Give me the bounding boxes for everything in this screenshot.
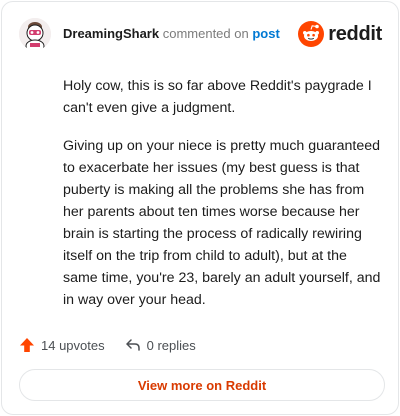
commented-on-text: commented on <box>162 26 249 41</box>
replies-count: 0 replies <box>146 337 196 353</box>
comment-meta: DreamingShark commented on post <box>63 26 280 42</box>
brand-wordmark: reddit <box>328 22 382 45</box>
comment-actions: 14 upvotes 0 replies <box>19 335 196 355</box>
upvotes-count: 14 upvotes <box>41 337 105 353</box>
view-more-button[interactable]: View more on Reddit <box>19 369 385 401</box>
comment-body: Holy cow, this is so far above Reddit's … <box>63 75 383 327</box>
reddit-brand[interactable]: reddit <box>298 21 382 47</box>
reddit-snoo-icon <box>298 21 325 47</box>
snoo-avatar-icon <box>19 18 51 50</box>
reply-arrow-icon <box>125 339 140 351</box>
comment-paragraph: Holy cow, this is so far above Reddit's … <box>63 78 372 116</box>
avatar[interactable] <box>19 18 51 50</box>
replies-action[interactable]: 0 replies <box>125 337 196 353</box>
username-link[interactable]: DreamingShark <box>63 26 159 41</box>
post-link[interactable]: post <box>252 26 279 41</box>
upvote-action[interactable]: 14 upvotes <box>19 337 105 353</box>
comment-header: DreamingShark commented on post reddit <box>19 16 382 52</box>
comment-paragraph: Giving up on your niece is pretty much g… <box>63 138 381 308</box>
upvote-arrow-icon <box>20 338 34 352</box>
reddit-comment-card: DreamingShark commented on post reddit H… <box>1 1 399 415</box>
